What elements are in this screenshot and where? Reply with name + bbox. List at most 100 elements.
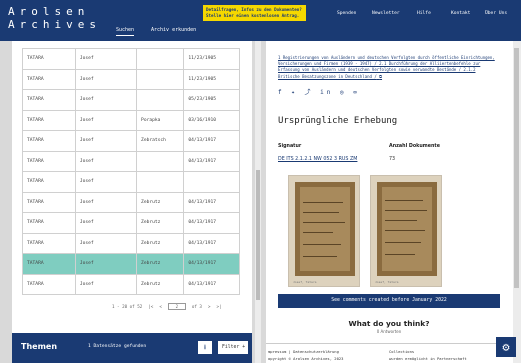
doc-count-value: 73: [389, 157, 396, 162]
cell-date: 11/23/1905: [183, 68, 240, 90]
plus-icon: +: [242, 345, 246, 350]
cell-surname: TATARA: [22, 232, 76, 254]
table-row[interactable]: TATARA Josef Zebrutz 04/13/1917: [22, 191, 240, 213]
table-row[interactable]: TATARA Josef: [22, 171, 240, 193]
section-title: Ursprüngliche Erhebung: [278, 116, 398, 126]
doc-count-heading: Anzahl Dokumente: [389, 144, 440, 149]
signatur-link[interactable]: DE ITS 2.1.2.1 NW 052 3 RUS ZM: [278, 157, 357, 162]
cell-date: 04/13/1917: [183, 253, 240, 275]
cell-firstname: Josef: [74, 89, 138, 111]
facebook-icon[interactable]: f: [278, 89, 285, 96]
share-icon[interactable]: ⤴: [305, 89, 314, 96]
cell-surname: TATARA: [22, 253, 76, 275]
document-thumbnail-2[interactable]: Josef, Tatara: [370, 175, 442, 287]
cell-place: [136, 150, 185, 172]
results-table: TATARA Josef 11/23/1905 TATARA Josef 11/23/19…: [22, 48, 240, 295]
pagination: 1 - 20 of 52 |< < 2 of 3 > >|: [112, 303, 222, 310]
cell-surname: TATARA: [22, 212, 76, 234]
cell-place: Zebratsch: [136, 130, 185, 152]
tab-suchen[interactable]: Suchen: [116, 27, 135, 36]
site-header: Arolsen Archives Suchen Archiv erkunden …: [0, 0, 521, 41]
left-scrollbar-thumb[interactable]: [256, 170, 260, 300]
document-scan-1: [295, 182, 355, 276]
themen-bar: Themen 1 Datensätze gefunden ⭳ Filter +: [12, 333, 252, 363]
document-caption-2: Josef, Tatara: [375, 280, 399, 284]
link-kontakt[interactable]: Kontakt: [451, 11, 470, 16]
cell-firstname: Josef: [74, 68, 138, 90]
cell-firstname: Josef: [74, 130, 138, 152]
table-row[interactable]: TATARA Josef 04/13/1917: [22, 150, 240, 172]
table-row[interactable]: TATARA Josef Zebrutz 04/13/1917: [22, 253, 240, 275]
download-icon: ⭳: [203, 343, 207, 351]
filter-label: Filter: [222, 345, 240, 350]
download-button[interactable]: ⭳: [198, 341, 212, 354]
cell-place: [136, 171, 185, 193]
table-row[interactable]: TATARA Josef Zebrutz 04/13/1917: [22, 212, 240, 234]
cell-firstname: Josef: [74, 232, 138, 254]
first-page-icon[interactable]: |<: [148, 304, 153, 309]
settings-button[interactable]: ⚙: [496, 337, 516, 357]
filter-button[interactable]: Filter +: [218, 341, 248, 354]
table-row[interactable]: TATARA Josef Porapka 03/16/1910: [22, 109, 240, 131]
page: Arolsen Archives Suchen Archiv erkunden …: [0, 0, 521, 363]
whatsapp-icon[interactable]: ◎: [340, 89, 347, 96]
tab-archiv-erkunden[interactable]: Archiv erkunden: [151, 27, 196, 33]
themen-count: 1 Datensätze gefunden: [88, 344, 147, 349]
document-scan-2: [377, 182, 437, 276]
cell-date: 04/13/1917: [183, 273, 240, 295]
answers-count: 0 Antworten: [376, 329, 402, 334]
cell-surname: TATARA: [22, 89, 76, 111]
cell-date: 03/16/1910: [183, 109, 240, 131]
arolsen-logo[interactable]: Arolsen Archives: [8, 5, 108, 37]
next-page-icon[interactable]: >: [208, 304, 211, 309]
table-row[interactable]: TATARA Josef 11/23/1905: [22, 68, 240, 90]
table-row[interactable]: TATARA Josef Zebratsch 04/13/1917: [22, 130, 240, 152]
right-scrollbar-thumb[interactable]: [514, 48, 519, 288]
linkedin-icon[interactable]: in: [320, 89, 333, 96]
results-panel: TATARA Josef 11/23/1905 TATARA Josef 11/23/19…: [12, 41, 252, 363]
table-row[interactable]: TATARA Josef Zebrutz 04/13/1917: [22, 273, 240, 295]
last-page-icon[interactable]: >|: [216, 304, 221, 309]
cell-surname: TATARA: [22, 150, 76, 172]
link-icon[interactable]: ∞: [353, 89, 360, 96]
cell-date: 04/13/1917: [183, 150, 240, 172]
footer-links[interactable]: mpressum | Datenschutzerklärung: [268, 349, 339, 354]
cell-place: Zebrutz: [136, 232, 185, 254]
cell-surname: TATARA: [22, 68, 76, 90]
cell-date: 04/13/1917: [183, 232, 240, 254]
link-newsletter[interactable]: Newsletter: [372, 11, 400, 16]
cell-firstname: Josef: [74, 109, 138, 131]
cell-surname: TATARA: [22, 48, 76, 70]
cell-date: 05/23/1905: [183, 89, 240, 111]
cell-place: [136, 68, 185, 90]
table-row[interactable]: TATARA Josef Zebrutz 04/13/1917: [22, 232, 240, 254]
copy-icon[interactable]: ⧉: [379, 74, 382, 79]
table-row[interactable]: TATARA Josef 05/23/1905: [22, 89, 240, 111]
prev-page-icon[interactable]: <: [159, 304, 162, 309]
see-comments-button[interactable]: See comments created before January 2022: [278, 294, 500, 308]
table-row[interactable]: TATARA Josef 11/23/1905: [22, 48, 240, 70]
promo-banner[interactable]: Detailfragen, Infos zu den Dokumenten? S…: [203, 5, 306, 21]
cell-firstname: Josef: [74, 150, 138, 172]
cell-place: Porapka: [136, 109, 185, 131]
page-number-input[interactable]: 2: [167, 303, 186, 310]
site-footer: mpressum | Datenschutzerklärung opyright…: [266, 343, 513, 363]
link-spenden[interactable]: Spenden: [337, 11, 356, 16]
breadcrumb[interactable]: 1 Registrierungen von Ausländern und deu…: [278, 55, 496, 80]
social-share: f ✦ ⤴ in ◎ ∞: [278, 87, 360, 96]
cell-place: Zebrutz: [136, 191, 185, 213]
link-hilfe[interactable]: Hilfe: [417, 11, 431, 16]
signatur-heading: Signatur: [278, 144, 302, 149]
twitter-icon[interactable]: ✦: [291, 89, 298, 96]
cell-date: 04/13/1917: [183, 191, 240, 213]
document-thumbnail-1[interactable]: Josef, Tatara: [288, 175, 360, 287]
document-caption-1: Josef, Tatara: [293, 280, 317, 284]
cell-surname: TATARA: [22, 171, 76, 193]
breadcrumb-text: 1 Registrierungen von Ausländern und deu…: [278, 55, 495, 79]
detail-panel: 1 Registrierungen von Ausländern und deu…: [266, 41, 513, 363]
footer-partnership: wurden ermöglicht in Partnerschaft: [389, 356, 467, 361]
cell-firstname: Josef: [74, 273, 138, 295]
cell-place: [136, 48, 185, 70]
link-ueber-uns[interactable]: Über Uns: [485, 11, 507, 16]
cell-surname: TATARA: [22, 191, 76, 213]
